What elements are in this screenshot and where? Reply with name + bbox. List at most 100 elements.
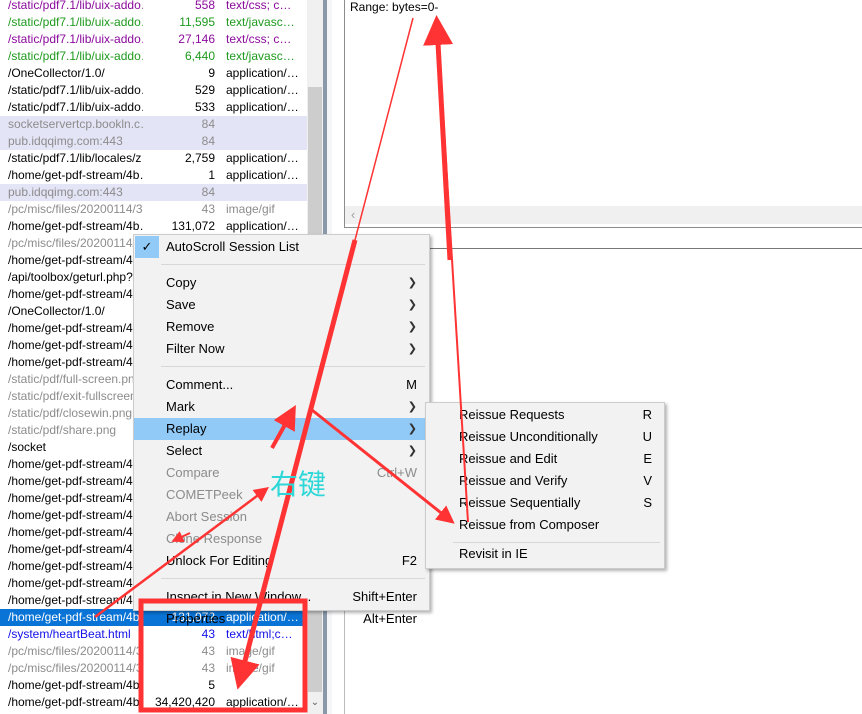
submenu-arrow-icon: ❯ xyxy=(407,299,417,311)
session-url: /home/get-pdf-stream/4b… xyxy=(8,576,143,590)
session-row[interactable]: /home/get-pdf-stream/4b… 1 application/… xyxy=(0,167,307,184)
menu-item-shortcut: U xyxy=(642,429,652,444)
menu-item-reissue-sequentially[interactable]: Reissue Sequentially S xyxy=(426,492,664,514)
session-url: /home/get-pdf-stream/4b… xyxy=(8,593,143,607)
session-row[interactable]: /home/get-pdf-stream/4b… 131,072 applicati… xyxy=(0,218,307,235)
session-row[interactable]: /home/get-pdf-stream/4b… 34,420,420 applic… xyxy=(0,694,307,711)
session-row[interactable]: /pc/misc/files/20200114/3… 43 image/gif xyxy=(0,660,307,677)
menu-item-comment[interactable]: Comment... M xyxy=(134,374,429,396)
menu-item-label: Revisit in IE xyxy=(459,546,528,561)
session-row[interactable]: /static/pdf7.1/lib/uix-addo… 533 applicati… xyxy=(0,99,307,116)
menu-item-mark[interactable]: Mark ❯ xyxy=(134,396,429,418)
annotation-label: 右键 xyxy=(270,468,327,501)
session-body-size: 5 xyxy=(208,678,215,692)
session-url: /socket xyxy=(8,440,47,454)
request-raw-view[interactable]: Range: bytes=0- ‹ xyxy=(344,0,862,228)
session-url: /OneCollector/1.0/ xyxy=(8,66,105,80)
raw-request-text: Range: bytes=0- xyxy=(350,0,439,14)
session-url: /pc/misc/files/20200114/3… xyxy=(8,236,143,250)
session-url: /static/pdf/exit-fullscreen… xyxy=(8,389,143,403)
menu-item-label: Unlock For Editing xyxy=(166,553,273,568)
menu-item-label: Reissue Sequentially xyxy=(459,495,581,510)
menu-item-label: Filter Now xyxy=(166,341,225,356)
session-row[interactable]: /pc/misc/files/20200114/3… 43 image/gif xyxy=(0,201,307,218)
menu-item-reissue-requests[interactable]: Reissue Requests R xyxy=(426,404,664,426)
session-url: /static/pdf7.1/lib/uix-addo… xyxy=(8,32,143,46)
menu-item-reissue-unconditionally[interactable]: Reissue Unconditionally U xyxy=(426,426,664,448)
menu-item-select[interactable]: Select ❯ xyxy=(134,440,429,462)
scroll-down-arrow-icon[interactable]: ⌄ xyxy=(307,694,323,712)
session-content-type: image/gif xyxy=(226,644,275,658)
session-url: /static/pdf/share.png xyxy=(8,423,117,437)
session-context-menu: ✓ AutoScroll Session List Copy ❯ Save ❯ Remove… xyxy=(133,234,430,626)
session-body-size: 84 xyxy=(201,117,215,131)
session-url: /pc/misc/files/20200114/3… xyxy=(8,202,143,216)
session-content-type: application/… xyxy=(226,100,299,114)
session-url: /home/get-pdf-stream/4b… xyxy=(8,542,143,556)
session-body-size: 533 xyxy=(194,100,215,114)
session-content-type: application/… xyxy=(226,151,299,165)
menu-item-autoscroll-session-list[interactable]: ✓ AutoScroll Session List xyxy=(134,236,429,258)
checkmark-icon: ✓ xyxy=(135,236,159,258)
menu-item-label: Mark xyxy=(166,399,195,414)
submenu-arrow-icon: ❯ xyxy=(407,343,417,355)
menu-item-label: Save xyxy=(166,297,196,312)
session-content-type: application/… xyxy=(226,168,299,182)
menu-item-shortcut: R xyxy=(642,407,652,422)
menu-item-reissue-and-edit[interactable]: Reissue and Edit E xyxy=(426,448,664,470)
menu-item-inspect-in-new-window[interactable]: Inspect in New Window... Shift+Enter xyxy=(134,586,429,608)
session-url: /home/get-pdf-stream/4b… xyxy=(8,355,143,369)
menu-item-reissue-and-verify[interactable]: Reissue and Verify V xyxy=(426,470,664,492)
session-url: /pc/misc/files/20200114/3… xyxy=(8,661,143,675)
session-row[interactable]: /home/get-pdf-stream/4b… 5 xyxy=(0,677,307,694)
session-url: /home/get-pdf-stream/4b… xyxy=(8,491,143,505)
session-body-size: 43 xyxy=(201,661,215,675)
session-url: /static/pdf7.1/lib/locales/z… xyxy=(8,151,143,165)
menu-item-reissue-from-composer[interactable]: Reissue from Composer xyxy=(426,514,664,536)
session-body-size: 529 xyxy=(194,83,215,97)
session-content-type: application/… xyxy=(226,83,299,97)
session-row[interactable]: pub.idqqimg.com:443 84 xyxy=(0,133,307,150)
session-row[interactable]: /OneCollector/1.0/9 application/… xyxy=(0,65,307,82)
session-body-size: 2,759 xyxy=(184,151,215,165)
session-url: /static/pdf7.1/lib/uix-addo… xyxy=(8,49,143,63)
menu-item-revisit-in-ie[interactable]: Revisit in IE xyxy=(426,543,664,565)
session-row[interactable]: /pc/misc/files/20200114/3… 43 image/gif xyxy=(0,643,307,660)
session-row[interactable]: pub.idqqimg.com:443 84 xyxy=(0,184,307,201)
session-row[interactable]: /static/pdf7.1/lib/uix-addo… 11,595 text/j… xyxy=(0,14,307,31)
horizontal-scrollbar[interactable]: ‹ xyxy=(345,206,862,224)
session-body-size: 9 xyxy=(208,66,215,80)
session-row[interactable]: /static/pdf7.1/lib/uix-addo… 27,146 text/c… xyxy=(0,31,307,48)
menu-item-clone-response[interactable]: Clone Response xyxy=(134,528,429,550)
submenu-arrow-icon: ❯ xyxy=(407,423,417,435)
session-row[interactable]: /static/pdf7.1/lib/uix-addo… 558 text/css;… xyxy=(0,0,307,14)
menu-item-remove[interactable]: Remove ❯ xyxy=(134,316,429,338)
session-url: pub.idqqimg.com:443 xyxy=(8,185,123,199)
menu-item-shortcut: M xyxy=(406,377,417,392)
session-row[interactable]: /static/pdf7.1/lib/uix-addo… 529 applicati… xyxy=(0,82,307,99)
menu-item-save[interactable]: Save ❯ xyxy=(134,294,429,316)
menu-item-label: Inspect in New Window... xyxy=(166,589,312,604)
session-row[interactable]: /static/pdf7.1/lib/uix-addo… 6,440 text/ja… xyxy=(0,48,307,65)
menu-item-label: Copy xyxy=(166,275,197,290)
menu-item-filter-now[interactable]: Filter Now ❯ xyxy=(134,338,429,360)
menu-separator xyxy=(161,366,425,367)
session-content-type: application/… xyxy=(226,219,299,233)
session-url: /static/pdf7.1/lib/uix-addo… xyxy=(8,83,143,97)
session-body-size: 11,595 xyxy=(179,15,215,29)
menu-item-copy[interactable]: Copy ❯ xyxy=(134,272,429,294)
menu-item-properties[interactable]: Properties Alt+Enter xyxy=(134,608,429,630)
session-body-size: 27,146 xyxy=(178,32,215,46)
session-url: /home/get-pdf-stream/4b… xyxy=(8,610,143,624)
menu-item-replay[interactable]: Replay ❯ xyxy=(134,418,429,440)
menu-item-shortcut: Shift+Enter xyxy=(352,589,417,604)
session-row[interactable]: socketservertcp.bookln.c… 84 xyxy=(0,116,307,133)
session-body-size: 84 xyxy=(201,185,215,199)
menu-item-label: Compare xyxy=(166,465,220,480)
menu-item-abort-session[interactable]: Abort Session xyxy=(134,506,429,528)
session-body-size: 84 xyxy=(201,134,215,148)
scroll-left-icon[interactable]: ‹ xyxy=(351,207,355,222)
menu-item-label: Properties xyxy=(166,611,226,626)
session-row[interactable]: /static/pdf7.1/lib/locales/z… 2,759 applic… xyxy=(0,150,307,167)
menu-item-unlock-for-editing[interactable]: Unlock For Editing F2 xyxy=(134,550,429,572)
